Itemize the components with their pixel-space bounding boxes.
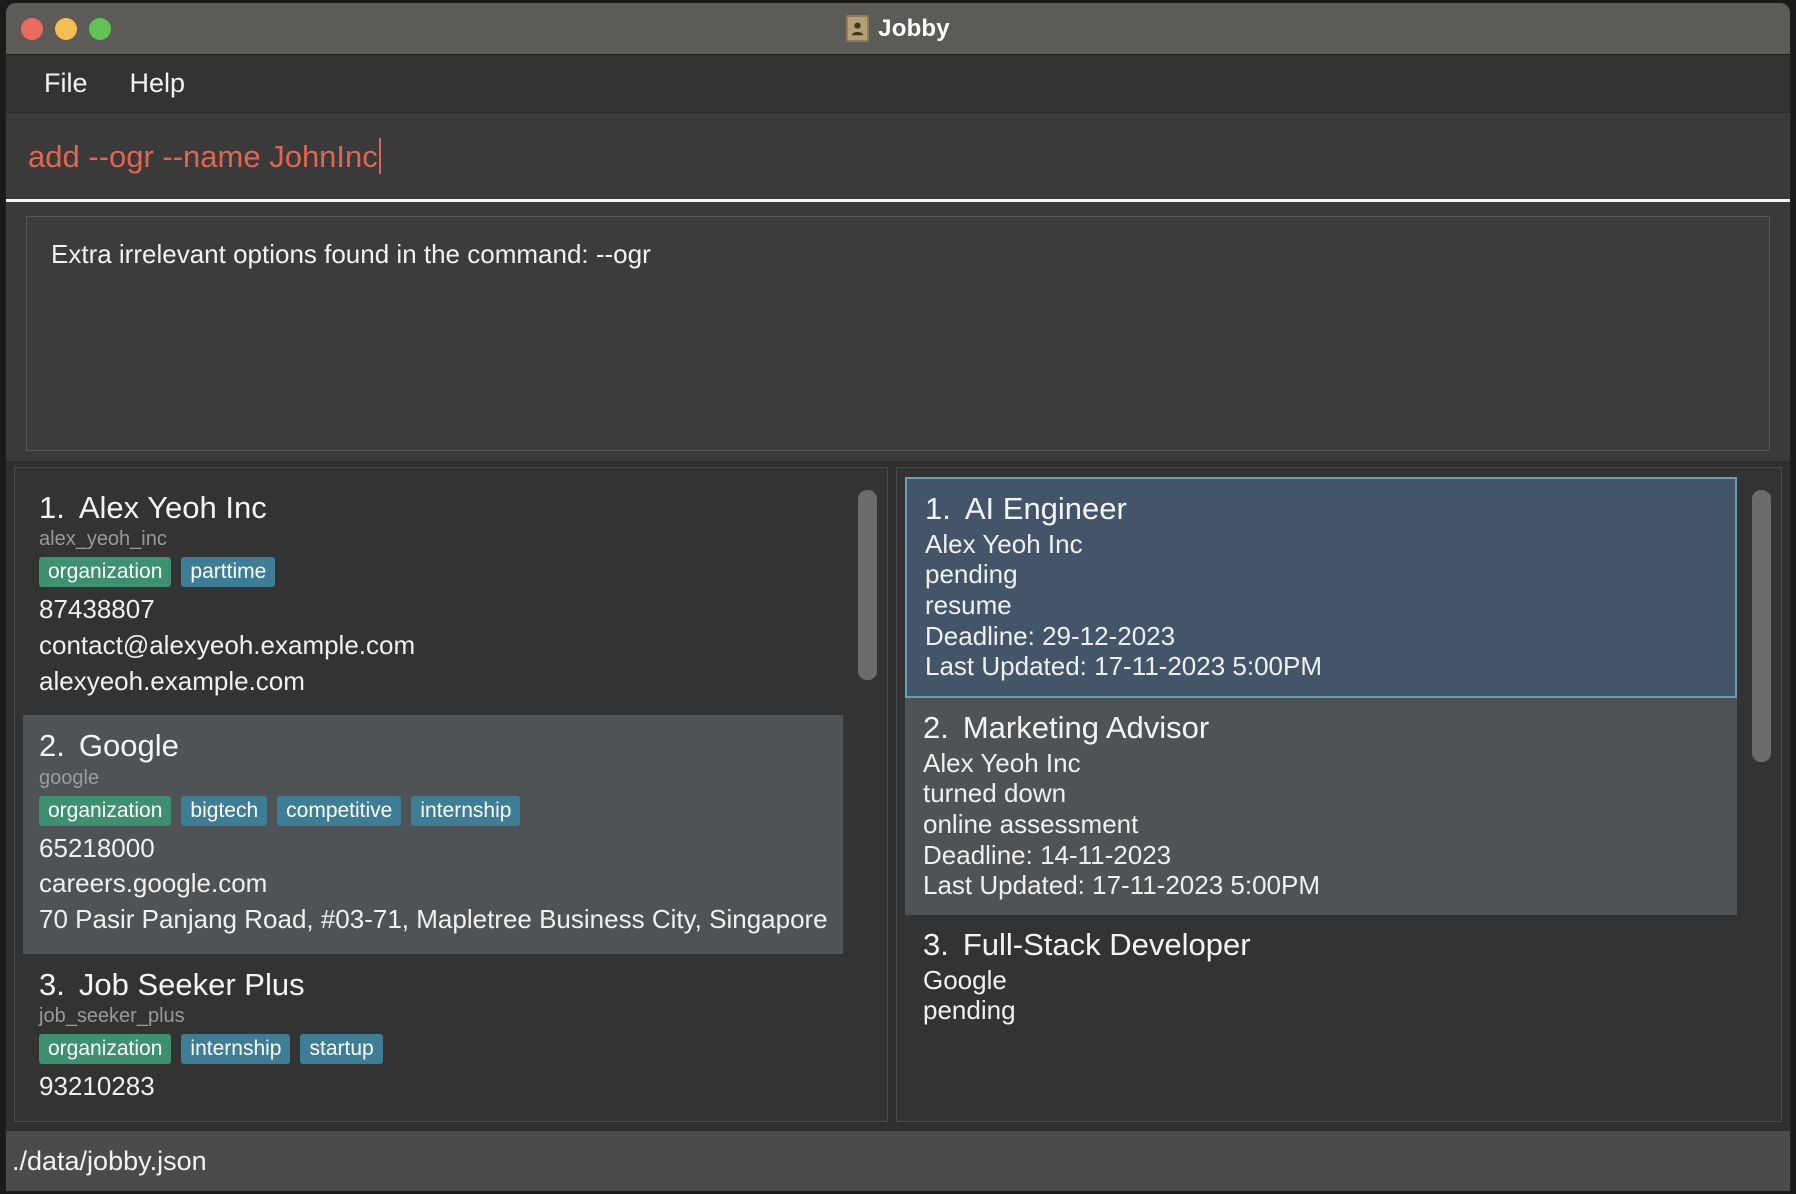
- panes-container: 1. Alex Yeoh Inc alex_yeoh_inc organizati…: [6, 461, 1790, 1130]
- command-input-value: add --ogr --name JohnInc: [28, 138, 378, 174]
- menu-item-help[interactable]: Help: [114, 67, 202, 100]
- menubar: File Help: [6, 55, 1790, 113]
- list-item[interactable]: 3. Full-Stack Developer Google pending: [905, 915, 1737, 1040]
- contact-name: Alex Yeoh Inc: [78, 490, 267, 525]
- contact-id: alex_yeoh_inc: [39, 528, 167, 551]
- close-window-button[interactable]: [21, 17, 43, 40]
- title-group: Jobby: [846, 15, 950, 43]
- tag-list: organization bigtech competitive interns…: [39, 795, 827, 826]
- menu-item-file[interactable]: File: [28, 67, 104, 100]
- job-name: Full-Stack Developer: [962, 927, 1251, 962]
- result-display-area: Extra irrelevant options found in the co…: [6, 202, 1790, 461]
- scrollbar-thumb[interactable]: [858, 490, 877, 680]
- contact-id: google: [39, 766, 100, 789]
- contact-title: 1. Alex Yeoh Inc: [39, 491, 827, 524]
- app-window: Jobby File Help add --ogr --name JohnInc…: [6, 3, 1790, 1191]
- job-status: turned down: [923, 778, 1067, 809]
- job-status: pending: [925, 559, 1018, 590]
- save-location-path: ./data/jobby.json: [12, 1145, 207, 1176]
- contact-url: alexyeoh.example.com: [39, 665, 305, 696]
- job-status: pending: [923, 995, 1016, 1026]
- jobs-scrollbar[interactable]: [1747, 468, 1777, 1121]
- list-item[interactable]: 3. Job Seeker Plus job_seeker_plus organi…: [23, 954, 843, 1121]
- list-item[interactable]: 1. AI Engineer Alex Yeoh Inc pending resu…: [905, 477, 1737, 698]
- tag-chip: organization: [39, 557, 172, 588]
- contact-name: Google: [78, 728, 179, 764]
- contact-address: 70 Pasir Panjang Road, #03-71, Mapletree…: [39, 903, 827, 934]
- job-stage: resume: [925, 589, 1012, 620]
- window-controls: [21, 3, 111, 54]
- contacts-panel: 1. Alex Yeoh Inc alex_yeoh_inc organizati…: [14, 467, 888, 1122]
- tag-chip: internship: [411, 795, 521, 826]
- contact-index: 2.: [39, 728, 65, 764]
- text-caret: [378, 138, 381, 174]
- job-name: AI Engineer: [964, 491, 1127, 526]
- job-index: 2.: [923, 710, 949, 745]
- tag-chip: organization: [39, 1034, 172, 1065]
- contact-phone: 65218000: [39, 832, 155, 863]
- job-company: Alex Yeoh Inc: [923, 747, 1081, 778]
- job-last-updated: Last Updated: 17-11-2023 5:00PM: [925, 651, 1323, 682]
- app-title: Jobby: [878, 14, 950, 42]
- contacts-list: 1. Alex Yeoh Inc alex_yeoh_inc organizati…: [23, 477, 843, 1121]
- contacts-scrollbar[interactable]: [853, 468, 883, 1121]
- result-message: Extra irrelevant options found in the co…: [26, 216, 1770, 451]
- command-input[interactable]: add --ogr --name JohnInc: [6, 113, 1790, 202]
- maximize-window-button[interactable]: [89, 17, 111, 40]
- list-item[interactable]: 2. Marketing Advisor Alex Yeoh Inc turned…: [905, 698, 1737, 915]
- contact-url: careers.google.com: [39, 868, 268, 899]
- job-deadline: Deadline: 14-11-2023: [923, 839, 1172, 870]
- jobs-list: 1. AI Engineer Alex Yeoh Inc pending resu…: [905, 477, 1737, 1121]
- job-company: Google: [923, 964, 1007, 995]
- job-title: 2. Marketing Advisor: [923, 710, 1719, 746]
- list-item[interactable]: 2. Google google organization bigtech com…: [23, 715, 843, 954]
- scrollbar-thumb[interactable]: [1752, 490, 1771, 762]
- contact-id: job_seeker_plus: [39, 1005, 185, 1028]
- tag-chip: bigtech: [181, 795, 268, 826]
- jobs-panel: 1. AI Engineer Alex Yeoh Inc pending resu…: [896, 467, 1782, 1122]
- job-index: 3.: [923, 927, 949, 962]
- job-stage: online assessment: [923, 808, 1139, 839]
- contact-index: 1.: [39, 490, 65, 525]
- job-title: 3. Full-Stack Developer: [923, 927, 1719, 963]
- minimize-window-button[interactable]: [55, 17, 77, 40]
- tag-list: organization internship startup: [39, 1034, 827, 1065]
- contact-phone: 93210283: [39, 1071, 155, 1102]
- tag-chip: organization: [39, 795, 172, 826]
- statusbar: ./data/jobby.json: [6, 1130, 1790, 1191]
- job-company: Alex Yeoh Inc: [925, 528, 1083, 559]
- tag-chip: internship: [181, 1034, 291, 1065]
- job-title: 1. AI Engineer: [925, 491, 1717, 527]
- list-item[interactable]: 1. Alex Yeoh Inc alex_yeoh_inc organizati…: [23, 477, 843, 715]
- contact-phone: 87438807: [39, 594, 155, 625]
- contact-title: 3. Job Seeker Plus: [39, 966, 827, 1002]
- tag-chip: startup: [300, 1034, 383, 1065]
- contact-email: contact@alexyeoh.example.com: [39, 630, 416, 661]
- contact-card-icon: [846, 15, 870, 42]
- tag-list: organization parttime: [39, 557, 827, 588]
- job-deadline: Deadline: 29-12-2023: [925, 620, 1176, 651]
- tag-chip: parttime: [181, 557, 276, 588]
- job-index: 1.: [925, 491, 951, 526]
- job-name: Marketing Advisor: [962, 710, 1210, 745]
- titlebar: Jobby: [6, 3, 1790, 55]
- tag-chip: competitive: [277, 795, 402, 826]
- contact-title: 2. Google: [39, 729, 827, 762]
- contact-index: 3.: [39, 966, 65, 1002]
- contact-name: Job Seeker Plus: [78, 966, 305, 1002]
- job-last-updated: Last Updated: 17-11-2023 5:00PM: [923, 870, 1321, 901]
